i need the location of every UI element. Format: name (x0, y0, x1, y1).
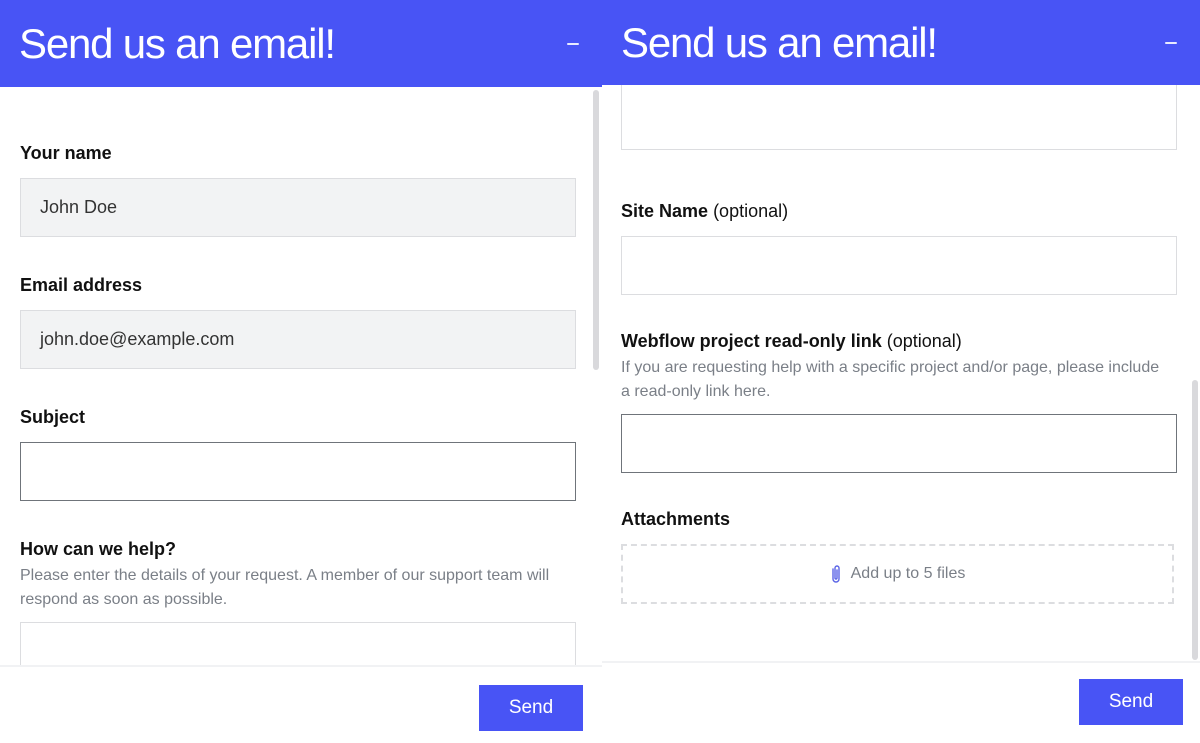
minimize-icon[interactable] (566, 37, 580, 51)
email-address-label: Email address (20, 275, 143, 295)
scrollbar-thumb[interactable] (593, 90, 599, 370)
site-name-label-text: Site Name (621, 201, 709, 221)
send-button[interactable]: Send (1079, 679, 1183, 725)
minimize-icon[interactable] (1164, 36, 1178, 50)
subject-label: Subject (20, 407, 86, 427)
optional-tag: (optional) (713, 201, 789, 221)
previous-field-input[interactable] (621, 85, 1177, 150)
subject-input[interactable] (20, 442, 576, 501)
how-can-we-help-hint: Please enter the details of your request… (20, 567, 550, 608)
attachments-dropzone[interactable]: Add up to 5 files (621, 544, 1174, 604)
panel-footer: Send (0, 665, 602, 743)
panel-title: Send us an email! (19, 19, 336, 67)
how-can-we-help-label: How can we help? (20, 539, 177, 559)
webflow-link-label-text: Webflow project read-only link (621, 331, 882, 351)
site-name-input[interactable] (621, 236, 1177, 295)
send-button[interactable]: Send (479, 685, 583, 731)
form-body: Site Name (optional) Webflow project rea… (602, 85, 1200, 661)
email-address-input[interactable]: john.doe@example.com (20, 310, 576, 369)
email-panel-scrolled: Send us an email! Site Name (optional) W… (602, 0, 1200, 743)
scrollbar-thumb[interactable] (1192, 380, 1198, 660)
how-can-we-help-textarea[interactable] (20, 622, 576, 665)
panel-footer: Send (602, 661, 1200, 743)
optional-tag: (optional) (886, 331, 962, 351)
stage: Send us an email! Your name John Doe Ema… (0, 0, 1200, 743)
panel-header: Send us an email! (602, 0, 1200, 85)
email-panel-top: Send us an email! Your name John Doe Ema… (0, 0, 602, 743)
dropzone-text: Add up to 5 files (850, 565, 966, 582)
webflow-link-label: Webflow project read-only link (optional… (621, 330, 1174, 352)
webflow-link-hint: If you are requesting help with a specif… (621, 359, 1160, 400)
form-body: Your name John Doe Email address john.do… (0, 87, 602, 665)
your-name-input[interactable]: John Doe (20, 178, 576, 237)
panel-title: Send us an email! (621, 18, 938, 66)
your-name-label: Your name (20, 143, 112, 163)
paperclip-icon (831, 565, 840, 583)
site-name-label: Site Name (optional) (621, 200, 1174, 222)
attachments-label: Attachments (621, 509, 731, 529)
webflow-link-input[interactable] (621, 414, 1177, 473)
panel-header: Send us an email! (0, 0, 602, 87)
